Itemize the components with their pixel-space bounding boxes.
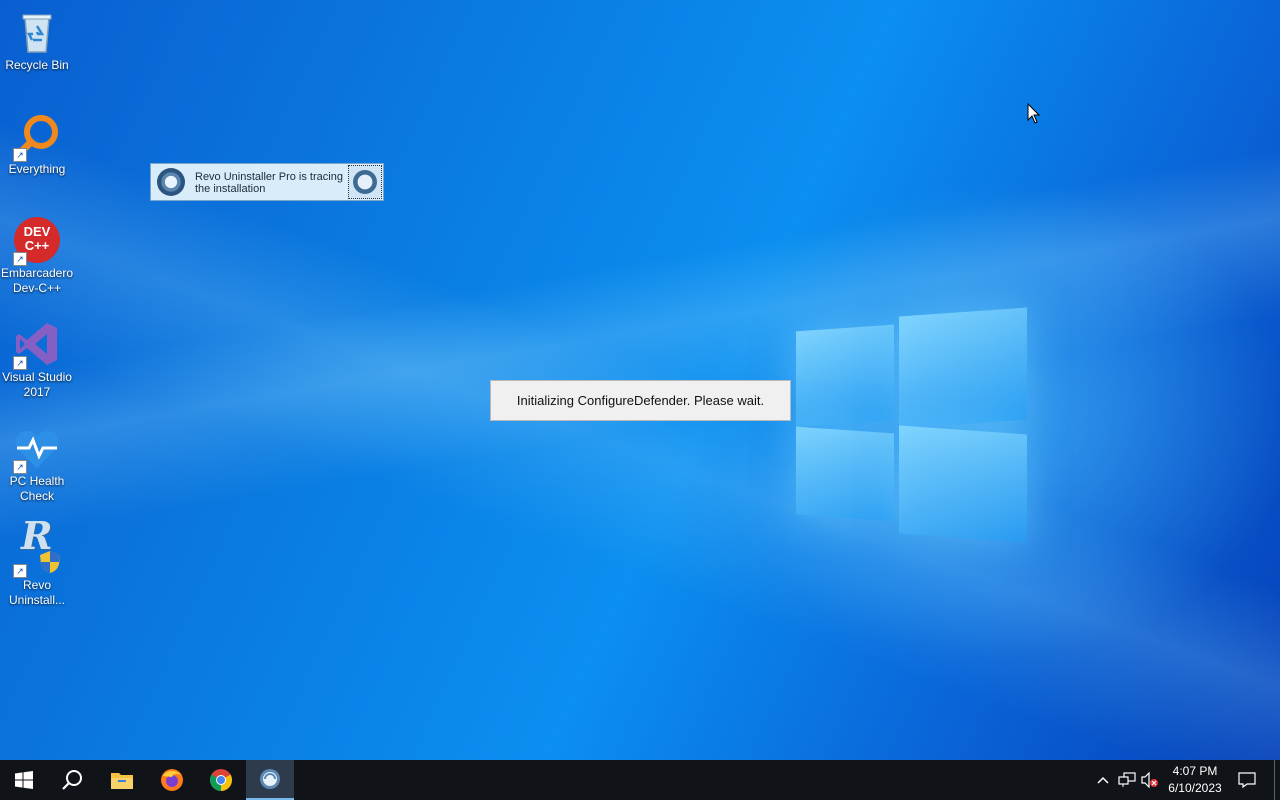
firefox-icon [161,769,183,791]
revo-uninstaller-icon [260,769,280,789]
revo-uninstaller-taskbar-button[interactable] [246,760,294,800]
chevron-up-icon[interactable] [1095,771,1111,789]
devcpp-icon: DEV C++ ↗ [13,216,61,266]
desktop-icon-visual-studio[interactable]: ↗ Visual Studio 2017 [0,314,74,400]
dialog-message: Initializing ConfigureDefender. Please w… [516,393,765,408]
desktop-icon-label: Everything [8,162,66,176]
folder-icon [111,773,133,789]
notification-icon[interactable] [1238,771,1256,789]
desktop-icon-label: Visual Studio 2017 [2,370,72,399]
clock-date: 6/10/2023 [1168,781,1222,795]
clock-time: 4:07 PM [1172,764,1218,778]
revo-tracing-logo-icon [157,168,185,196]
shield-icon [40,551,60,573]
desktop-icon-devcpp[interactable]: DEV C++ ↗ Embarcadero Dev-C++ [0,210,74,296]
desktop-icon-everything[interactable]: ↗ Everything [0,106,74,177]
recycle-bin-icon [13,8,61,56]
file-explorer-button[interactable] [98,760,146,800]
visual-studio-icon: ↗ [13,320,61,370]
revo-tracing-button[interactable] [348,165,382,199]
start-button[interactable] [0,760,48,800]
desktop-icon-pc-health-check[interactable]: ↗ PC Health Check [0,418,74,504]
search-icon [62,770,82,790]
revo-tracing-text: Revo Uninstaller Pro is tracing the inst… [195,171,343,195]
shortcut-arrow-icon: ↗ [13,356,27,370]
shortcut-arrow-icon: ↗ [13,252,27,266]
volume-muted-icon[interactable] [1141,771,1159,789]
desktop-icon-label: Recycle Bin [5,58,69,72]
shortcut-arrow-icon: ↗ [13,148,27,162]
devcpp-icon-text: DEV C++ [23,224,51,253]
revo-tracing-box[interactable]: Revo Uninstaller Pro is tracing the inst… [150,163,384,201]
search-button[interactable] [48,760,96,800]
desktop-icon-revo-uninstaller[interactable]: R ↗ Revo Uninstall... [0,513,74,608]
clock[interactable]: 4:07 PM 6/10/2023 [1160,763,1230,797]
chrome-icon [210,769,232,791]
pc-health-check-icon: ↗ [13,424,61,474]
progress-dialog: Initializing ConfigureDefender. Please w… [490,380,791,421]
revo-icon-letter: R [21,513,53,558]
windows-start-icon [15,771,33,789]
firefox-button[interactable] [148,760,196,800]
revo-tracing-button-icon [353,170,377,194]
shortcut-arrow-icon: ↗ [13,460,27,474]
chrome-button[interactable] [197,760,245,800]
everything-search-icon: ↗ [13,112,61,162]
desktop-icon-recycle-bin[interactable]: Recycle Bin [0,2,74,73]
desktop[interactable]: Recycle Bin ↗ Everything DEV C++ ↗ Embar… [0,0,1280,760]
revo-uninstaller-icon: R ↗ [13,513,61,578]
show-desktop-button[interactable] [1274,760,1275,800]
taskbar: 4:07 PM 6/10/2023 [0,760,1280,800]
mouse-pointer-icon [1027,103,1041,124]
shortcut-arrow-icon: ↗ [13,564,27,578]
desktop-icon-label: Revo Uninstall... [8,578,66,607]
desktop-icon-label: PC Health Check [9,474,65,503]
network-icon[interactable] [1118,771,1136,789]
desktop-icon-label: Embarcadero Dev-C++ [0,266,74,295]
